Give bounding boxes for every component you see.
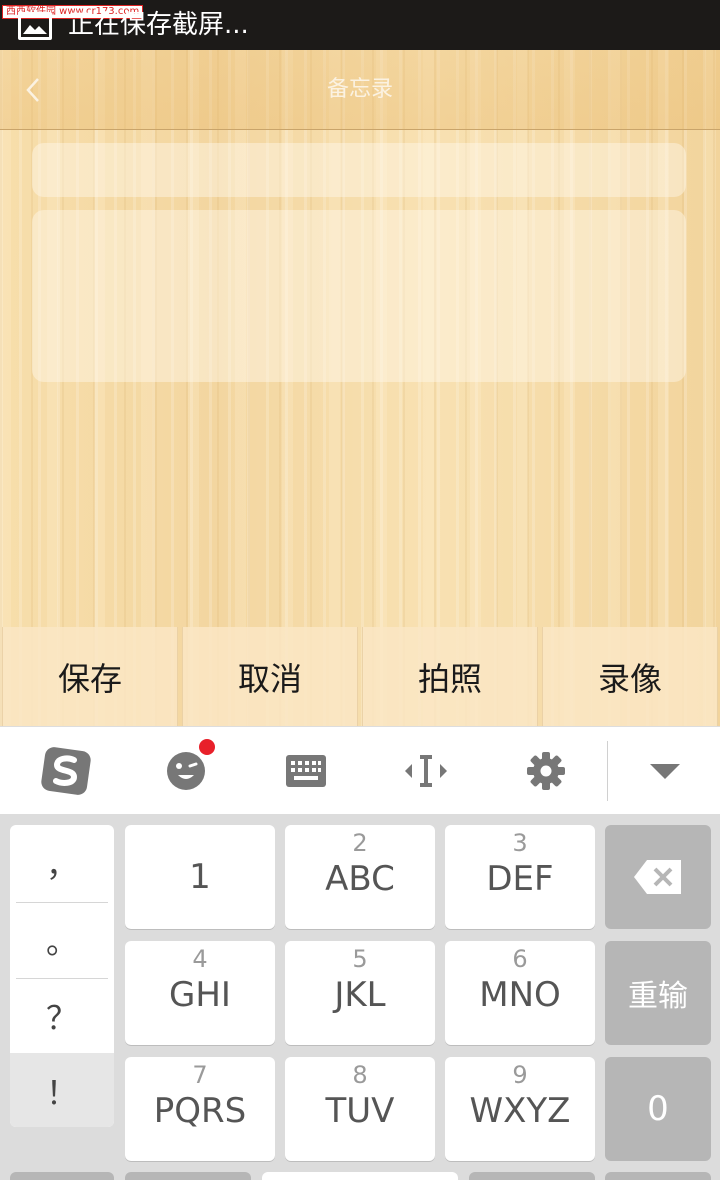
key-8[interactable]: 8 TUV — [285, 1057, 435, 1161]
key-5[interactable]: 5 JKL — [285, 941, 435, 1045]
symbol-key[interactable]: ？ — [10, 978, 114, 1054]
memo-screen: 备忘录 保存 取消 拍照 录像 — [0, 50, 720, 726]
key-number: 8 — [352, 1061, 368, 1089]
symbol-key[interactable]: ， — [10, 825, 114, 901]
key-label: ABC — [325, 859, 395, 899]
key-number: 6 — [512, 945, 528, 973]
key-number: 7 — [192, 1061, 208, 1089]
key-7[interactable]: 7 PQRS — [125, 1057, 275, 1161]
key-0[interactable]: 0 — [605, 1057, 711, 1161]
backspace-button[interactable] — [605, 825, 711, 929]
key-9[interactable]: 9 WXYZ — [445, 1057, 595, 1161]
bottom-key[interactable] — [125, 1172, 251, 1180]
key-number: 3 — [512, 829, 528, 857]
notification-dot — [199, 739, 215, 755]
key-6[interactable]: 6 MNO — [445, 941, 595, 1045]
screenshot-icon — [18, 12, 52, 40]
page-title: 备忘录 — [326, 77, 393, 102]
key-1[interactable]: 1 — [125, 825, 275, 929]
key-label: 1 — [189, 857, 211, 897]
key-label: DEF — [486, 859, 554, 899]
keypad: ， 。 ？ ！ 1 2 ABC 3 DEF 4 GHI 5 JKL 6 MNO … — [0, 814, 720, 1180]
nav-bar: 备忘录 — [0, 50, 720, 130]
key-number: 9 — [512, 1061, 528, 1089]
retype-button[interactable]: 重输 — [605, 941, 711, 1045]
key-label: GHI — [169, 975, 231, 1015]
cancel-button[interactable]: 取消 — [182, 627, 358, 726]
status-notification: 正在保存截屏... — [68, 10, 249, 40]
symbol-key[interactable]: 。 — [10, 902, 114, 978]
symbol-key[interactable]: ！ — [10, 1053, 114, 1127]
save-button[interactable]: 保存 — [2, 627, 178, 726]
toolbar-divider — [607, 741, 608, 801]
keyboard-icon[interactable] — [260, 727, 352, 815]
key-label: JKL — [334, 975, 386, 1015]
bottom-key[interactable] — [605, 1172, 711, 1180]
key-label: TUV — [325, 1091, 395, 1131]
keyboard-toolbar — [0, 726, 720, 814]
photo-button[interactable]: 拍照 — [362, 627, 538, 726]
key-2[interactable]: 2 ABC — [285, 825, 435, 929]
bottom-key[interactable] — [469, 1172, 595, 1180]
bottom-key[interactable] — [10, 1172, 114, 1180]
emoji-icon[interactable] — [140, 727, 232, 815]
settings-icon[interactable] — [500, 727, 592, 815]
status-bar: 西西软件园 www.cr173.com 正在保存截屏... — [0, 0, 720, 50]
space-key[interactable] — [262, 1172, 458, 1180]
key-number: 4 — [192, 945, 208, 973]
backspace-icon — [634, 860, 681, 894]
key-number: 5 — [352, 945, 368, 973]
key-number: 2 — [352, 829, 368, 857]
symbol-column: ， 。 ？ ！ — [10, 825, 114, 1127]
key-4[interactable]: 4 GHI — [125, 941, 275, 1045]
cursor-move-icon[interactable] — [380, 727, 472, 815]
memo-title-input[interactable] — [32, 143, 686, 197]
key-label: MNO — [479, 975, 561, 1015]
memo-content-input[interactable] — [32, 210, 686, 382]
key-3[interactable]: 3 DEF — [445, 825, 595, 929]
key-label: PQRS — [153, 1091, 247, 1131]
key-label: WXYZ — [469, 1091, 571, 1131]
collapse-icon[interactable] — [620, 727, 710, 815]
video-button[interactable]: 录像 — [542, 627, 718, 726]
action-bar: 保存 取消 拍照 录像 — [0, 627, 720, 726]
sogou-logo-icon[interactable] — [20, 727, 112, 815]
